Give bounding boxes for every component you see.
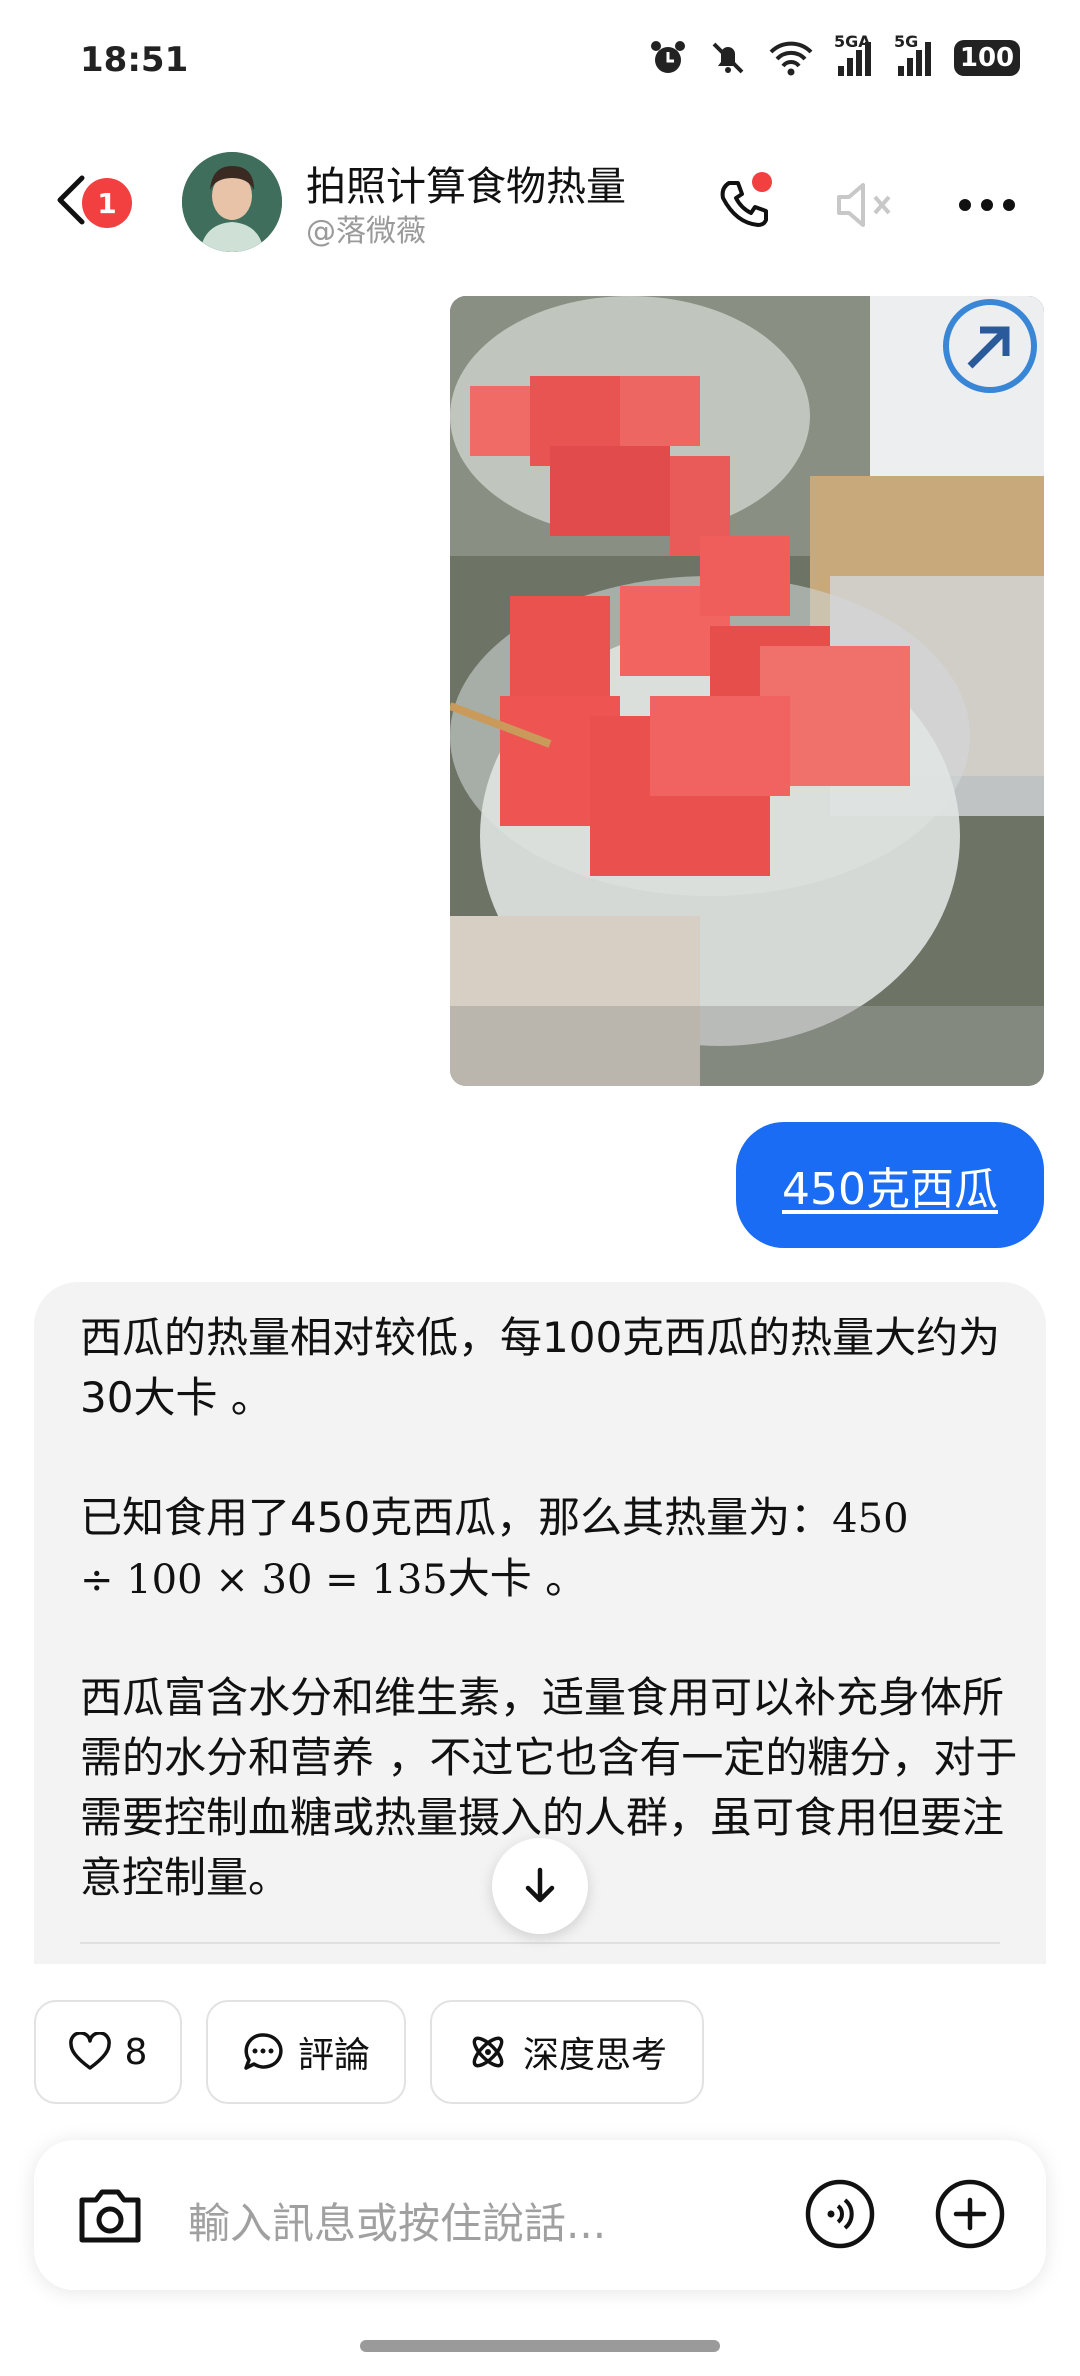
status-time: 18:51 [80,40,189,80]
formula-text: ÷ 100 × 30 = 135 [80,1557,448,1603]
atom-icon [472,2036,504,2068]
arrow-down-icon [525,1867,555,1903]
add-button[interactable] [934,2178,1006,2250]
comment-label: 評論 [297,2035,370,2076]
like-button[interactable]: 8 [34,2000,182,2104]
reply-paragraph: 西瓜的热量相对较低，每100克西瓜的热量大约为30大卡 。 [80,1313,1001,1422]
like-count: 8 [124,2031,148,2073]
voice-wave-icon [805,2179,875,2249]
notification-dot [752,172,772,192]
deep-think-button[interactable]: 深度思考 [430,2000,704,2104]
divider [80,1942,1000,1944]
comment-button[interactable]: 評論 [206,2000,406,2104]
battery-indicator: 100 [954,40,1020,76]
avatar[interactable] [182,152,282,252]
home-indicator[interactable] [360,2340,720,2352]
watermelon-photo [450,296,1044,1086]
avatar-image [182,152,282,252]
heart-icon [68,2032,111,2070]
speaker-mute-icon [837,183,891,227]
message-input[interactable]: 輸入訊息或按住說話... [188,2190,606,2251]
signal-5g: 5G [894,32,934,78]
alarm-icon [651,41,685,73]
message-composer: 輸入訊息或按住說話... [34,2140,1046,2290]
comment-icon [244,2033,283,2070]
mute-bell-icon [712,42,744,74]
wifi-icon [769,41,813,76]
reply-paragraph: 已知食用了450克西瓜，那么其热量为：450 ÷ 100 × 30 = 135大卡… [80,1493,909,1603]
chat-handle: @落微薇 [306,214,426,249]
sent-photo[interactable] [450,296,1044,1086]
mute-button[interactable] [830,170,900,240]
signal-5ga: 5GA [834,32,874,78]
camera-icon [79,2189,141,2243]
chat-title: 拍照计算食物热量 [306,164,626,210]
more-dots-icon [959,199,1015,211]
chat-header: 1 拍照计算食物热量 @落微薇 [0,140,1080,260]
call-button[interactable] [708,170,778,240]
formula-text: 450 [832,1496,909,1542]
status-bar: 18:51 5GA 5G 100 [0,0,1080,120]
more-button[interactable] [952,170,1022,240]
unread-badge: 1 [82,178,132,228]
camera-button[interactable] [72,2178,148,2254]
plus-circle-icon [935,2179,1005,2249]
scroll-down-button[interactable] [492,1838,588,1934]
user-message-bubble[interactable]: 450克西瓜 [736,1122,1044,1248]
voice-button[interactable] [804,2178,876,2250]
deep-think-label: 深度思考 [522,2035,667,2076]
